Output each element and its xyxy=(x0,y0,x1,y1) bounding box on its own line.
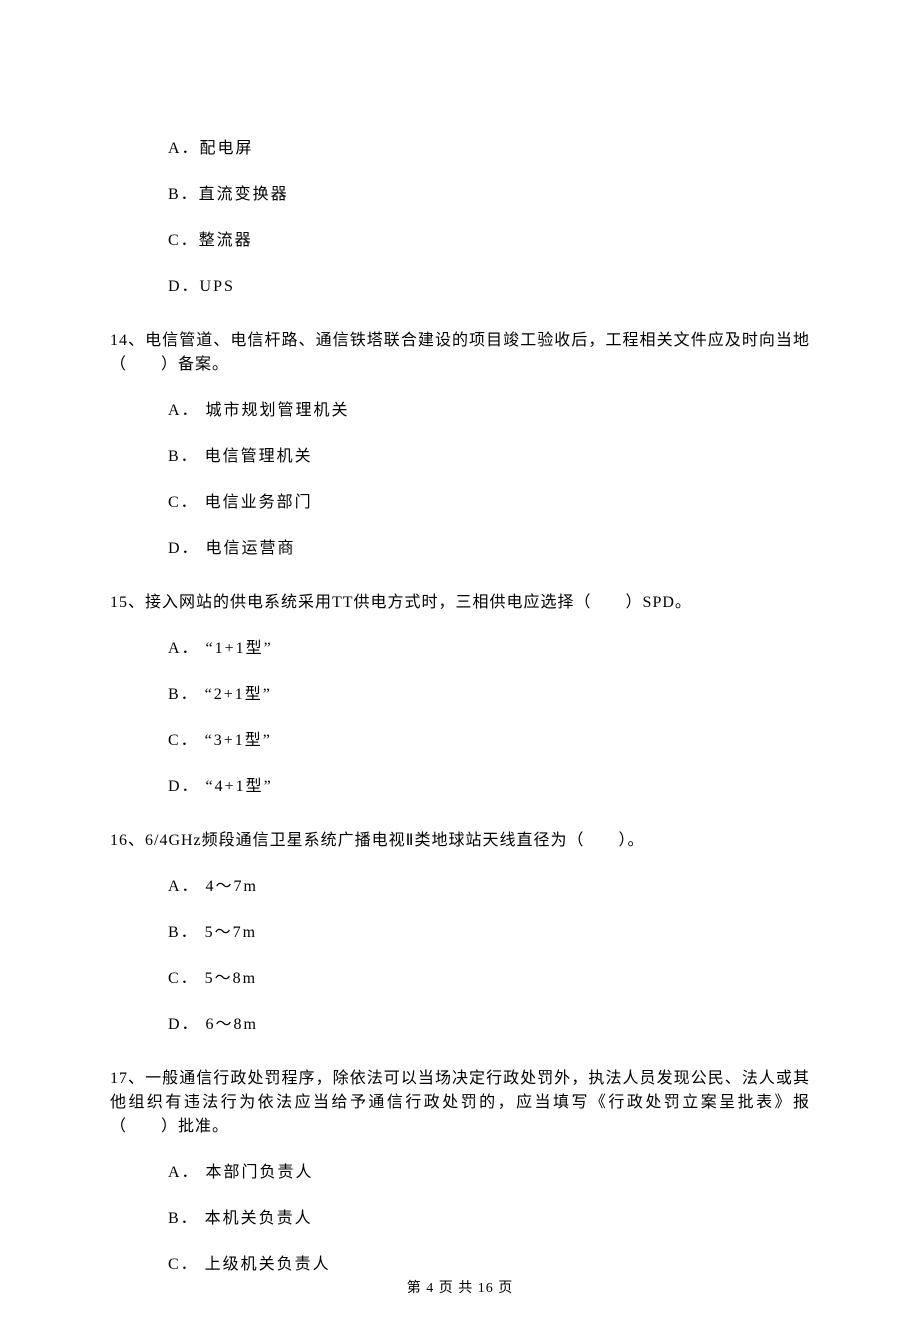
q16-option-a: A． 4～7m xyxy=(168,875,810,899)
q16-option-b: B． 5～7m xyxy=(168,921,810,945)
q13-option-b: B．直流变换器 xyxy=(168,183,810,207)
q17-option-c: C． 上级机关负责人 xyxy=(168,1253,810,1277)
q15-option-b: B． “2+1型” xyxy=(168,683,810,707)
q16-option-c: C． 5～8m xyxy=(168,967,810,991)
page: A．配电屏 B．直流变换器 C．整流器 D．UPS 14、电信管道、电信杆路、通… xyxy=(0,0,920,1339)
q14-option-d: D． 电信运营商 xyxy=(168,537,810,561)
q14-option-b: B． 电信管理机关 xyxy=(168,445,810,469)
q14-option-c: C． 电信业务部门 xyxy=(168,491,810,515)
q15-text: 15、接入网站的供电系统采用TT供电方式时，三相供电应选择（ ）SPD。 xyxy=(110,591,810,615)
q15-option-d: D． “4+1型” xyxy=(168,775,810,799)
page-footer: 第 4 页 共 16 页 xyxy=(0,1278,920,1299)
q15-option-a: A． “1+1型” xyxy=(168,637,810,661)
q13-option-a: A．配电屏 xyxy=(168,137,810,161)
q13-option-c: C．整流器 xyxy=(168,229,810,253)
q16-option-d: D． 6～8m xyxy=(168,1013,810,1037)
q14-option-a: A． 城市规划管理机关 xyxy=(168,399,810,423)
q17-text: 17、一般通信行政处罚程序，除依法可以当场决定行政处罚外，执法人员发现公民、法人… xyxy=(110,1067,810,1139)
q14-text: 14、电信管道、电信杆路、通信铁塔联合建设的项目竣工验收后，工程相关文件应及时向… xyxy=(110,329,810,377)
q17-option-b: B． 本机关负责人 xyxy=(168,1207,810,1231)
q16-text: 16、6/4GHz频段通信卫星系统广播电视Ⅱ类地球站天线直径为（ ）。 xyxy=(110,829,810,853)
q15-option-c: C． “3+1型” xyxy=(168,729,810,753)
q13-option-d: D．UPS xyxy=(168,275,810,299)
q17-option-a: A． 本部门负责人 xyxy=(168,1161,810,1185)
